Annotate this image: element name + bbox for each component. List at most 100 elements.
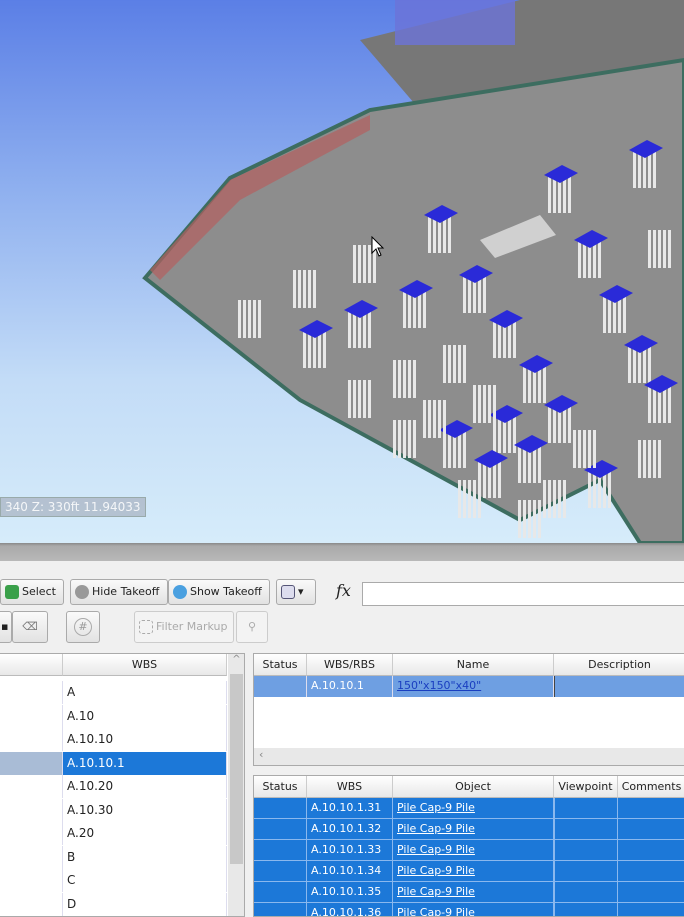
pile (518, 445, 521, 483)
pile (438, 400, 441, 438)
tree-item[interactable]: A.10.20 (0, 775, 227, 798)
object-link[interactable]: Pile Cap-9 Pile (393, 798, 554, 818)
hide-takeoff-button[interactable]: Hide Takeoff (70, 579, 168, 605)
column-header[interactable]: Description (554, 654, 684, 676)
pile (568, 405, 571, 443)
pile (433, 400, 436, 438)
view-options-dropdown[interactable]: ▾ (276, 579, 316, 605)
pile (408, 360, 411, 398)
color-button[interactable]: ▪ (0, 611, 12, 643)
table-row[interactable]: A.10.10.1.36 Pile Cap-9 Pile (254, 903, 684, 916)
hash-icon: # (74, 618, 92, 636)
pile (523, 365, 526, 403)
pile (458, 345, 461, 383)
tree-item[interactable]: C (0, 869, 227, 892)
object-link[interactable]: Pile Cap-9 Pile (393, 840, 554, 860)
column-header[interactable]: Status (254, 654, 307, 676)
object-link[interactable]: Pile Cap-9 Pile (393, 903, 554, 916)
comments-cell (618, 819, 684, 839)
tree-col-wbs[interactable]: WBS (63, 654, 227, 676)
tree-item[interactable]: A.10.10 (0, 728, 227, 751)
comments-cell (618, 882, 684, 902)
number-button[interactable]: # (66, 611, 100, 643)
pile (358, 245, 361, 283)
select-button[interactable]: Select (0, 579, 64, 605)
column-header[interactable]: WBS/RBS (307, 654, 393, 676)
table-row[interactable]: A.10.10.1.33 Pile Cap-9 Pile (254, 840, 684, 861)
table-row[interactable]: A.10.10.1.32 Pile Cap-9 Pile (254, 819, 684, 840)
column-header[interactable]: Viewpoint (554, 776, 618, 798)
table-row[interactable]: A.10.10.1 150"x150"x40" (254, 676, 684, 697)
pile (423, 290, 426, 328)
pile (483, 275, 486, 313)
tree-item[interactable]: B (0, 845, 227, 869)
panel-splitter[interactable] (0, 543, 684, 561)
wbs-tree-grid: WBS ^ A A.10 A.10.10 A.10.10.1 A.10.20 A.10.3… (0, 653, 245, 917)
pile (428, 215, 431, 253)
status-cell (254, 861, 307, 881)
object-link[interactable]: Pile Cap-9 Pile (393, 882, 554, 902)
tree-item[interactable]: A (0, 681, 227, 704)
show-takeoff-button[interactable]: Show Takeoff (168, 579, 270, 605)
scroll-up-icon[interactable]: ^ (228, 654, 244, 665)
markup-tool-button[interactable]: ⚲ (236, 611, 268, 643)
tree-scrollbar[interactable]: ^ (228, 654, 244, 916)
horizontal-scrollbar[interactable]: ‹ (254, 748, 684, 765)
tree-col-blank (0, 654, 63, 676)
wbs-cell: A.10.10.1.32 (307, 819, 393, 839)
tree-item[interactable]: A.20 (0, 822, 227, 845)
pile (543, 365, 546, 403)
filter-markup-icon (139, 620, 153, 634)
tree-item-label: A.10.20 (63, 775, 227, 798)
table-row[interactable]: A.10.10.1.31 Pile Cap-9 Pile (254, 798, 684, 819)
scrollbar-thumb[interactable] (230, 674, 243, 864)
pile (513, 415, 516, 453)
tree-item-indent (0, 845, 63, 869)
tree-item[interactable]: D (0, 892, 227, 916)
coordinate-readout: 340 Z: 330ft 11.94033 (0, 497, 146, 517)
column-header[interactable]: Name (393, 654, 554, 676)
column-header[interactable]: Status (254, 776, 307, 798)
pile (453, 345, 456, 383)
tree-item[interactable]: A.10 (0, 704, 227, 728)
tree-item-label: D (63, 892, 227, 916)
scroll-left-icon[interactable]: ‹ (254, 748, 263, 761)
pile (563, 480, 566, 518)
pile (543, 480, 546, 518)
pile (398, 360, 401, 398)
pile (348, 380, 351, 418)
pile (658, 230, 661, 268)
pile (573, 430, 576, 468)
building-glazing (395, 0, 515, 45)
status-cell (254, 819, 307, 839)
pile (568, 175, 571, 213)
pile (403, 420, 406, 458)
column-header[interactable]: Comments (618, 776, 684, 798)
tree-item-label: A.10.10 (63, 728, 227, 751)
column-header[interactable]: Object (393, 776, 554, 798)
column-header[interactable]: WBS (307, 776, 393, 798)
tree-item[interactable]: A.10.10.1 (0, 751, 227, 775)
tree-item-label: C (63, 869, 227, 892)
eraser-button[interactable]: ⌫ (12, 611, 48, 643)
pile (488, 385, 491, 423)
chevron-down-icon: ▾ (298, 585, 304, 598)
formula-input[interactable] (362, 582, 684, 606)
filter-markup-button[interactable]: Filter Markup (134, 611, 234, 643)
object-link[interactable]: Pile Cap-9 Pile (393, 861, 554, 881)
table-row[interactable]: A.10.10.1.35 Pile Cap-9 Pile (254, 882, 684, 903)
tree-item[interactable]: A.10.30 (0, 798, 227, 822)
object-link[interactable]: Pile Cap-9 Pile (393, 819, 554, 839)
pile (293, 270, 296, 308)
tree-item-indent (0, 892, 63, 916)
table-row[interactable]: A.10.10.1.34 Pile Cap-9 Pile (254, 861, 684, 882)
pile (463, 275, 466, 313)
tree-item-label: A (63, 681, 227, 704)
pile (238, 300, 241, 338)
status-cell (254, 903, 307, 916)
3d-viewport[interactable]: 340 Z: 330ft 11.94033 (0, 0, 684, 543)
pile (578, 240, 581, 278)
pile (243, 300, 246, 338)
pile (668, 230, 671, 268)
pile (303, 270, 306, 308)
